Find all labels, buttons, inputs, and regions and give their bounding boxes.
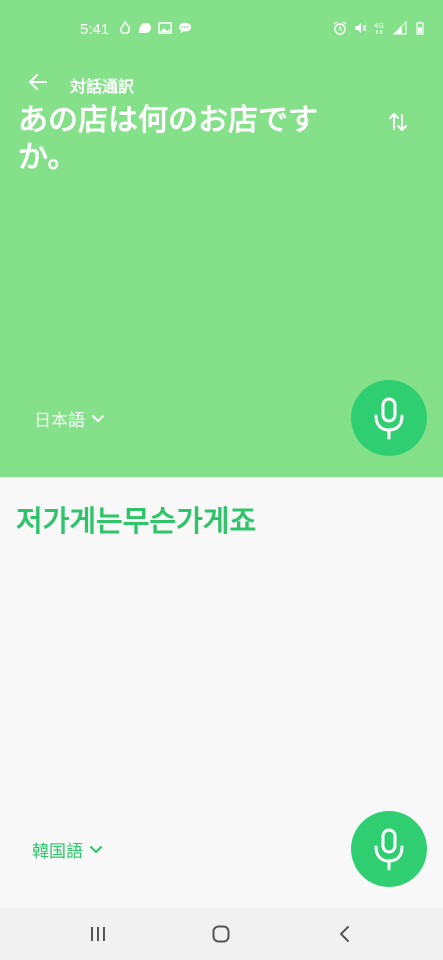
page-title: 対話通訳 [70, 77, 135, 96]
target-panel: 저가게는무슨가게죠 韓国語 [0, 477, 443, 908]
target-mic-button[interactable] [351, 811, 427, 887]
header: 対話通訳 [0, 66, 443, 106]
chevron-down-icon [90, 845, 102, 853]
image-icon [158, 21, 172, 35]
svg-text:4G: 4G [374, 22, 384, 30]
alarm-icon [333, 21, 347, 35]
mute-icon [353, 21, 367, 35]
target-language-label: 韓国語 [32, 842, 83, 862]
signal-icon [393, 21, 407, 35]
home-icon[interactable] [212, 925, 230, 943]
source-language-selector[interactable]: 日本語 [34, 406, 105, 431]
chat-icon [178, 21, 192, 35]
source-panel: 5:41 4G 対話通訳 あの店は何のお店ですか。 日本語 [0, 0, 443, 477]
status-right-icons: 4G [333, 21, 427, 35]
system-navigation-bar [0, 908, 443, 960]
bubble-icon [138, 21, 152, 35]
microphone-icon [374, 397, 404, 440]
flame-icon [118, 21, 132, 35]
source-language-label: 日本語 [34, 411, 85, 431]
back-icon[interactable] [337, 925, 351, 943]
battery-icon [413, 21, 427, 35]
target-text: 저가게는무슨가게죠 [16, 504, 257, 538]
chevron-down-icon [92, 414, 104, 422]
swap-vertical-icon[interactable] [387, 111, 409, 133]
status-bar: 5:41 4G [0, 0, 443, 60]
4g-icon: 4G [373, 21, 387, 35]
status-left-icons [118, 21, 192, 35]
source-text: あの店は何のお店ですか。 [18, 103, 318, 175]
arrow-left-icon[interactable] [26, 70, 50, 94]
status-time: 5:41 [80, 21, 110, 38]
target-language-selector[interactable]: 韓国語 [32, 837, 103, 862]
recent-apps-icon[interactable] [89, 926, 107, 942]
microphone-icon [374, 828, 404, 871]
source-mic-button[interactable] [351, 380, 427, 456]
